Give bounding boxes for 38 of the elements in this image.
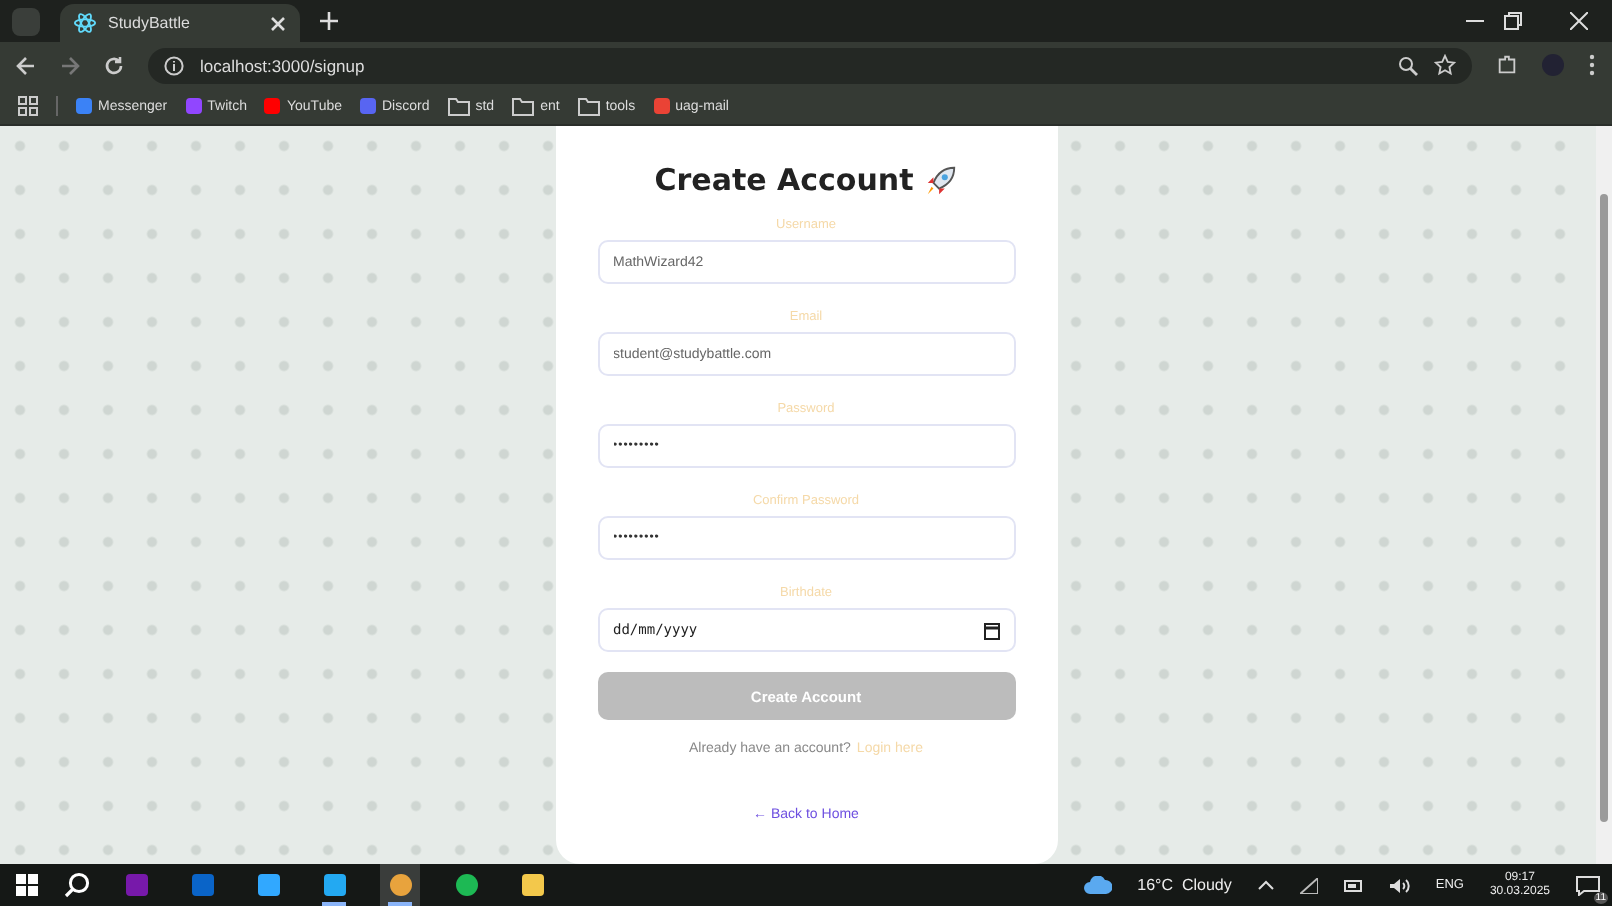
site-icon [185, 98, 202, 114]
close-icon[interactable] [270, 15, 286, 31]
calendar-icon[interactable] [983, 621, 999, 639]
taskbar-app[interactable] [380, 864, 420, 906]
reload-icon[interactable] [104, 55, 124, 75]
chat-icon [1576, 875, 1600, 895]
address-bar[interactable]: localhost:3000/signup [148, 47, 1472, 83]
star-icon[interactable] [1434, 54, 1456, 76]
site-icon [360, 98, 376, 114]
info-icon [164, 55, 184, 75]
forward-icon[interactable] [60, 55, 80, 75]
apps-grid-icon[interactable] [18, 96, 38, 116]
more-icon[interactable] [1588, 54, 1596, 76]
cloud-icon [1083, 876, 1112, 894]
folder-icon [512, 97, 535, 115]
site-icon [653, 98, 670, 114]
chevron-up-icon[interactable] [1257, 880, 1274, 890]
network-icon[interactable] [1299, 877, 1318, 893]
site-icon [264, 98, 281, 114]
form-title: Create Account [654, 162, 914, 198]
weather-text: 16°C Cloudy [1137, 876, 1232, 894]
site-icon [76, 98, 92, 114]
windows-start-icon[interactable] [16, 874, 38, 896]
speaker-icon[interactable] [1389, 877, 1410, 893]
puzzle-icon[interactable] [1496, 54, 1518, 76]
rocket-icon [923, 163, 958, 197]
battery-icon[interactable] [1343, 879, 1364, 891]
zoom-icon[interactable] [1398, 55, 1418, 75]
new-tab-icon[interactable] [320, 12, 338, 30]
close-icon[interactable] [1570, 12, 1588, 30]
restore-icon[interactable] [1504, 12, 1522, 30]
search-icon[interactable] [64, 872, 90, 898]
back-icon[interactable] [16, 55, 36, 75]
atom-icon [74, 12, 96, 34]
scrollbar[interactable] [1596, 126, 1612, 864]
folder-icon [447, 97, 470, 115]
folder-icon [577, 97, 600, 115]
browser-tab[interactable]: StudyBattle [60, 4, 300, 42]
